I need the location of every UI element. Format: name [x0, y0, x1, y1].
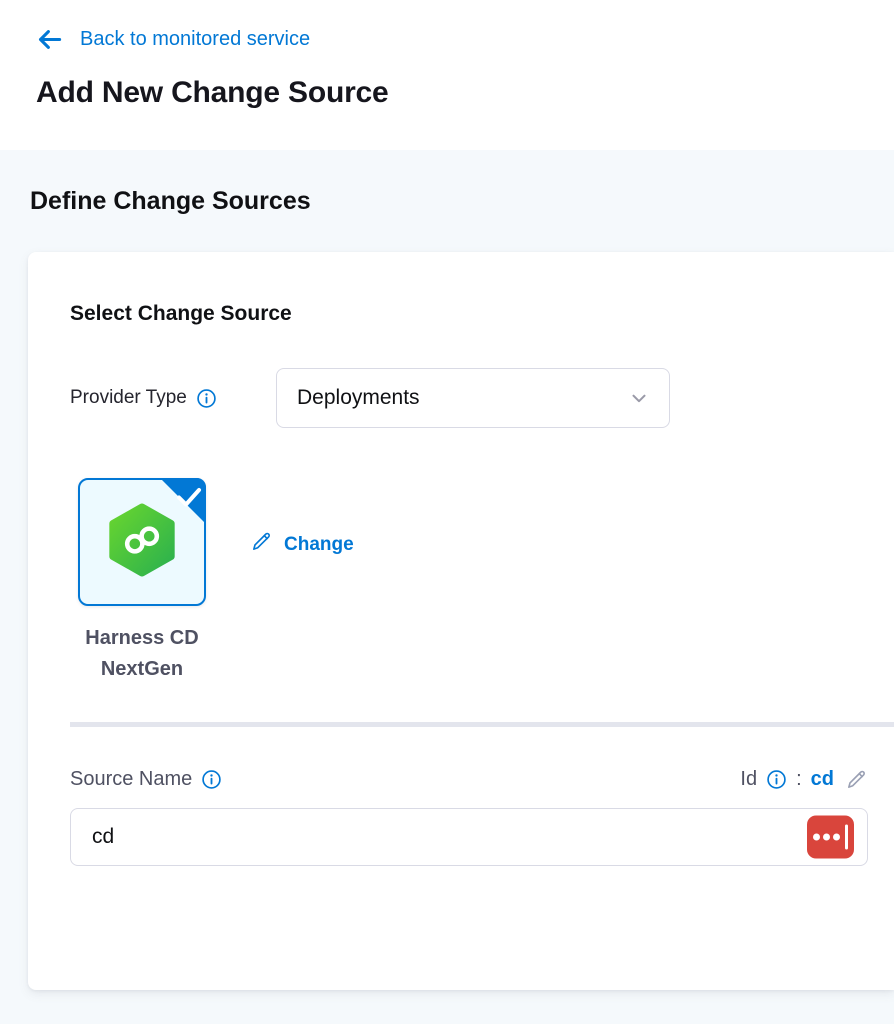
- back-link-label: Back to monitored service: [80, 28, 310, 51]
- back-to-monitored-service-link[interactable]: Back to monitored service: [36, 26, 310, 53]
- provider-name-line2: NextGen: [85, 654, 198, 685]
- provider-tile-column: Harness CD NextGen: [70, 478, 214, 685]
- arrow-left-icon: [36, 26, 63, 53]
- source-name-row: Source Name Id: [70, 768, 868, 791]
- provider-tile-caption: Harness CD NextGen: [85, 623, 198, 685]
- info-icon[interactable]: [201, 769, 222, 790]
- id-separator: :: [796, 768, 802, 791]
- change-link-label: Change: [284, 534, 354, 556]
- password-manager-dot: [833, 834, 840, 841]
- section-title: Define Change Sources: [30, 187, 894, 216]
- provider-type-label: Provider Type: [70, 387, 276, 409]
- password-manager-cursor: [845, 825, 849, 850]
- identifier-group: Id : cd: [740, 768, 868, 791]
- chevron-down-icon: [628, 387, 650, 409]
- provider-type-label-text: Provider Type: [70, 387, 187, 409]
- source-name-input-wrap: [70, 808, 868, 866]
- section-divider: [70, 722, 894, 727]
- info-icon[interactable]: [196, 388, 217, 409]
- page-header: Back to monitored service Add New Change…: [0, 0, 894, 150]
- source-name-input[interactable]: [70, 808, 868, 866]
- change-provider-link[interactable]: Change: [250, 530, 354, 559]
- page-title: Add New Change Source: [36, 76, 894, 110]
- info-icon[interactable]: [766, 769, 787, 790]
- password-manager-dot: [813, 834, 820, 841]
- define-change-sources-section: Define Change Sources Select Change Sour…: [0, 150, 894, 1024]
- password-manager-icon[interactable]: [807, 816, 854, 859]
- source-name-label: Source Name: [70, 768, 222, 791]
- id-label: Id: [740, 768, 757, 791]
- harness-cd-nextgen-tile[interactable]: [78, 478, 206, 606]
- provider-name-line1: Harness CD: [85, 623, 198, 654]
- provider-type-row: Provider Type Deployments: [70, 368, 868, 428]
- change-source-card: Select Change Source Provider Type Deplo…: [28, 252, 894, 990]
- pencil-icon: [250, 530, 273, 559]
- password-manager-dot: [823, 834, 830, 841]
- source-name-label-text: Source Name: [70, 768, 192, 791]
- harness-cd-hexagon-infinity-icon: [104, 502, 180, 583]
- provider-type-select[interactable]: Deployments: [276, 368, 670, 428]
- checkmark-icon: [179, 490, 199, 505]
- edit-id-pencil-icon[interactable]: [845, 768, 868, 791]
- provider-type-selected-value: Deployments: [297, 386, 420, 410]
- select-change-source-title: Select Change Source: [70, 302, 868, 326]
- selected-provider-row: Harness CD NextGen Change: [70, 478, 868, 685]
- id-value: cd: [811, 768, 834, 791]
